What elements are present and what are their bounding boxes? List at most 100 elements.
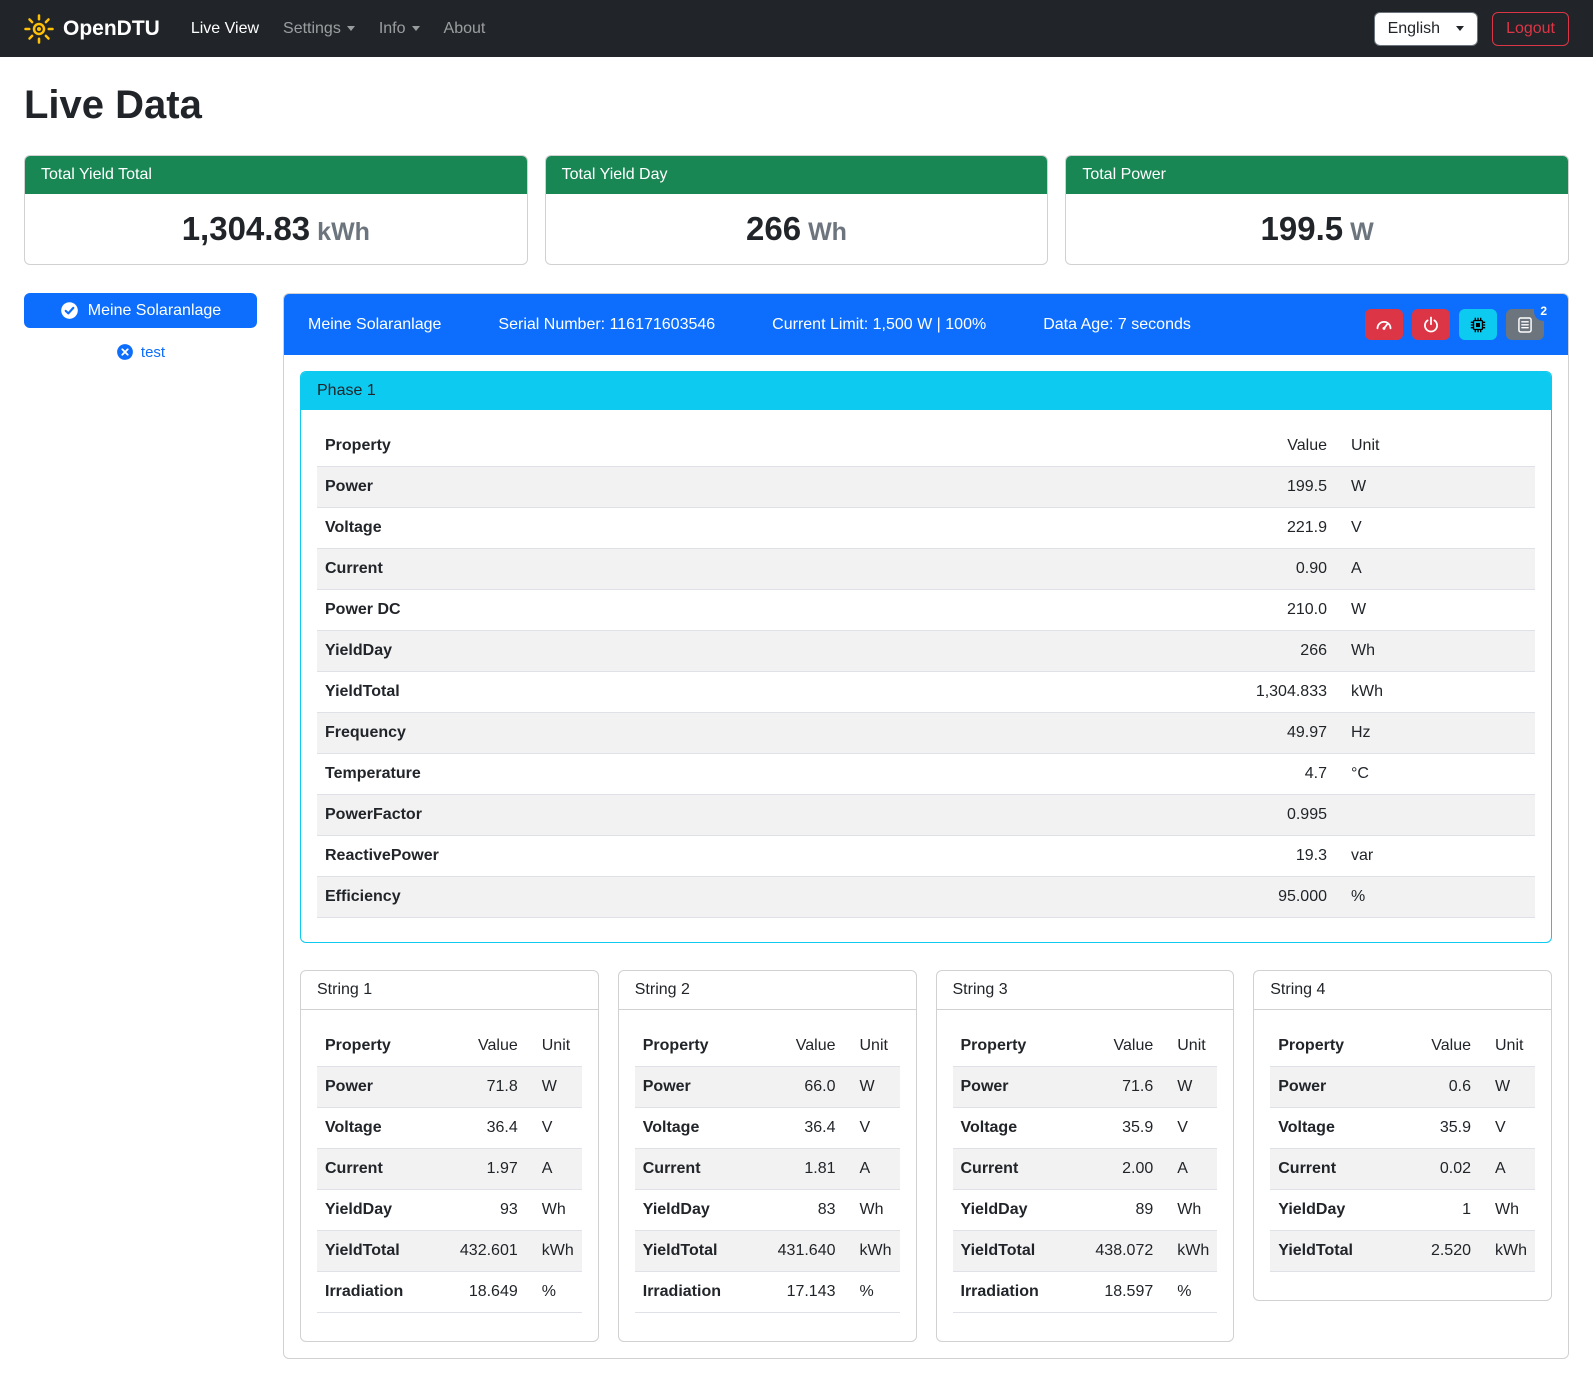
property-value: 71.8	[450, 1067, 526, 1108]
property-unit: V	[1161, 1108, 1217, 1149]
inverter-info-button[interactable]	[1459, 309, 1497, 340]
property-name: Power	[635, 1067, 768, 1108]
table-row: Voltage221.9V	[317, 508, 1535, 549]
table-row: YieldDay89Wh	[953, 1190, 1218, 1231]
table-row: Temperature4.7°C	[317, 754, 1535, 795]
table-row: YieldTotal438.072kWh	[953, 1231, 1218, 1272]
property-name: ReactivePower	[317, 836, 1215, 877]
property-unit: V	[1335, 508, 1535, 549]
property-value: 36.4	[450, 1108, 526, 1149]
table-row: Current1.81A	[635, 1149, 900, 1190]
table-header-row: Property Value Unit	[1270, 1026, 1535, 1067]
summary-unit: Wh	[808, 218, 847, 246]
property-unit: Wh	[844, 1190, 900, 1231]
phase-card-body: Property Value Unit Power199.5WVoltage22…	[301, 410, 1551, 942]
column-header-unit: Unit	[844, 1026, 900, 1067]
property-value: 221.9	[1215, 508, 1335, 549]
table-row: Efficiency95.000%	[317, 877, 1535, 918]
table-row: Voltage36.4V	[635, 1108, 900, 1149]
string-table: Property Value Unit Power66.0WVoltage36.…	[635, 1026, 900, 1313]
nav-item-settings[interactable]: Settings	[274, 12, 364, 46]
table-header-row: Property Value Unit	[317, 426, 1535, 467]
nav-item-live-view[interactable]: Live View	[182, 12, 268, 46]
property-value: 2.520	[1403, 1231, 1479, 1272]
property-name: Power	[953, 1067, 1086, 1108]
table-row: YieldDay93Wh	[317, 1190, 582, 1231]
property-unit: A	[844, 1149, 900, 1190]
property-name: Power	[317, 467, 1215, 508]
phase-card-title: Phase 1	[301, 372, 1551, 410]
caret-down-icon	[347, 26, 355, 31]
eventlog-count-badge: 2	[1534, 301, 1553, 321]
journal-icon	[1516, 316, 1534, 334]
string-card-title: String 1	[301, 971, 598, 1010]
table-row: YieldTotal2.520kWh	[1270, 1231, 1535, 1272]
property-value: 66.0	[768, 1067, 844, 1108]
property-value: 89	[1085, 1190, 1161, 1231]
nav-item-label: Settings	[283, 20, 341, 38]
limit-settings-button[interactable]	[1365, 309, 1403, 340]
table-row: Irradiation18.597%	[953, 1272, 1218, 1313]
table-header-row: Property Value Unit	[635, 1026, 900, 1067]
column-header-unit: Unit	[1335, 426, 1535, 467]
property-value: 36.4	[768, 1108, 844, 1149]
brand-link[interactable]: OpenDTU	[24, 14, 160, 44]
property-name: YieldTotal	[953, 1231, 1086, 1272]
table-header-row: Property Value Unit	[953, 1026, 1218, 1067]
property-name: Voltage	[1270, 1108, 1403, 1149]
property-unit: Wh	[1161, 1190, 1217, 1231]
property-value: 19.3	[1215, 836, 1335, 877]
property-unit: A	[1161, 1149, 1217, 1190]
nav-links: Live View Settings Info About	[182, 12, 495, 46]
property-value: 210.0	[1215, 590, 1335, 631]
language-select[interactable]: English	[1374, 12, 1478, 46]
nav-item-about[interactable]: About	[435, 12, 495, 46]
property-name: Power	[317, 1067, 450, 1108]
nav-item-label: About	[444, 20, 486, 38]
nav-item-label: Live View	[191, 20, 259, 38]
property-unit: W	[1161, 1067, 1217, 1108]
table-header-row: Property Value Unit	[317, 1026, 582, 1067]
column-header-unit: Unit	[1161, 1026, 1217, 1067]
string-card: String 4 Property Value Unit	[1253, 970, 1552, 1301]
inverter-item-selected[interactable]: Meine Solaranlage	[24, 293, 257, 328]
string-card-body: Property Value Unit Power71.8WVoltage36.…	[301, 1010, 598, 1341]
inverter-panel-header: Meine Solaranlage Serial Number: 1161716…	[284, 294, 1568, 355]
power-button[interactable]	[1412, 309, 1450, 340]
column-header-unit: Unit	[1479, 1026, 1535, 1067]
event-log-button[interactable]: 2	[1506, 309, 1544, 340]
property-unit: W	[1335, 467, 1535, 508]
table-row: Power71.8W	[317, 1067, 582, 1108]
table-row: Frequency49.97Hz	[317, 713, 1535, 754]
property-name: Voltage	[317, 1108, 450, 1149]
navbar-right: English Logout	[1374, 12, 1569, 46]
summary-card-yield-total: Total Yield Total 1,304.83kWh	[24, 155, 528, 265]
property-value: 93	[450, 1190, 526, 1231]
column-header-value: Value	[450, 1026, 526, 1067]
property-value: 1	[1403, 1190, 1479, 1231]
sun-icon	[24, 14, 54, 44]
table-row: Irradiation17.143%	[635, 1272, 900, 1313]
inverter-list: Meine Solaranlage test	[24, 293, 257, 361]
property-unit: kWh	[844, 1231, 900, 1272]
data-age: Data Age: 7 seconds	[1043, 316, 1191, 334]
string-table-body: Power71.8WVoltage36.4VCurrent1.97AYieldD…	[317, 1067, 582, 1313]
summary-value: 1,304.83	[182, 210, 310, 247]
nav-item-info[interactable]: Info	[370, 12, 429, 46]
property-name: YieldDay	[317, 631, 1215, 672]
column-header-value: Value	[1085, 1026, 1161, 1067]
property-name: Current	[317, 549, 1215, 590]
table-row: Current0.02A	[1270, 1149, 1535, 1190]
property-value: 71.6	[1085, 1067, 1161, 1108]
property-unit: V	[844, 1108, 900, 1149]
column-header-value: Value	[768, 1026, 844, 1067]
table-row: ReactivePower19.3var	[317, 836, 1535, 877]
logout-button[interactable]: Logout	[1492, 12, 1569, 46]
table-row: PowerFactor0.995	[317, 795, 1535, 836]
property-unit: kWh	[1335, 672, 1535, 713]
nav-item-label: Info	[379, 20, 406, 38]
property-name: Power	[1270, 1067, 1403, 1108]
inverter-item-test[interactable]: test	[24, 343, 257, 361]
summary-cards-row: Total Yield Total 1,304.83kWh Total Yiel…	[24, 155, 1569, 265]
property-name: Frequency	[317, 713, 1215, 754]
